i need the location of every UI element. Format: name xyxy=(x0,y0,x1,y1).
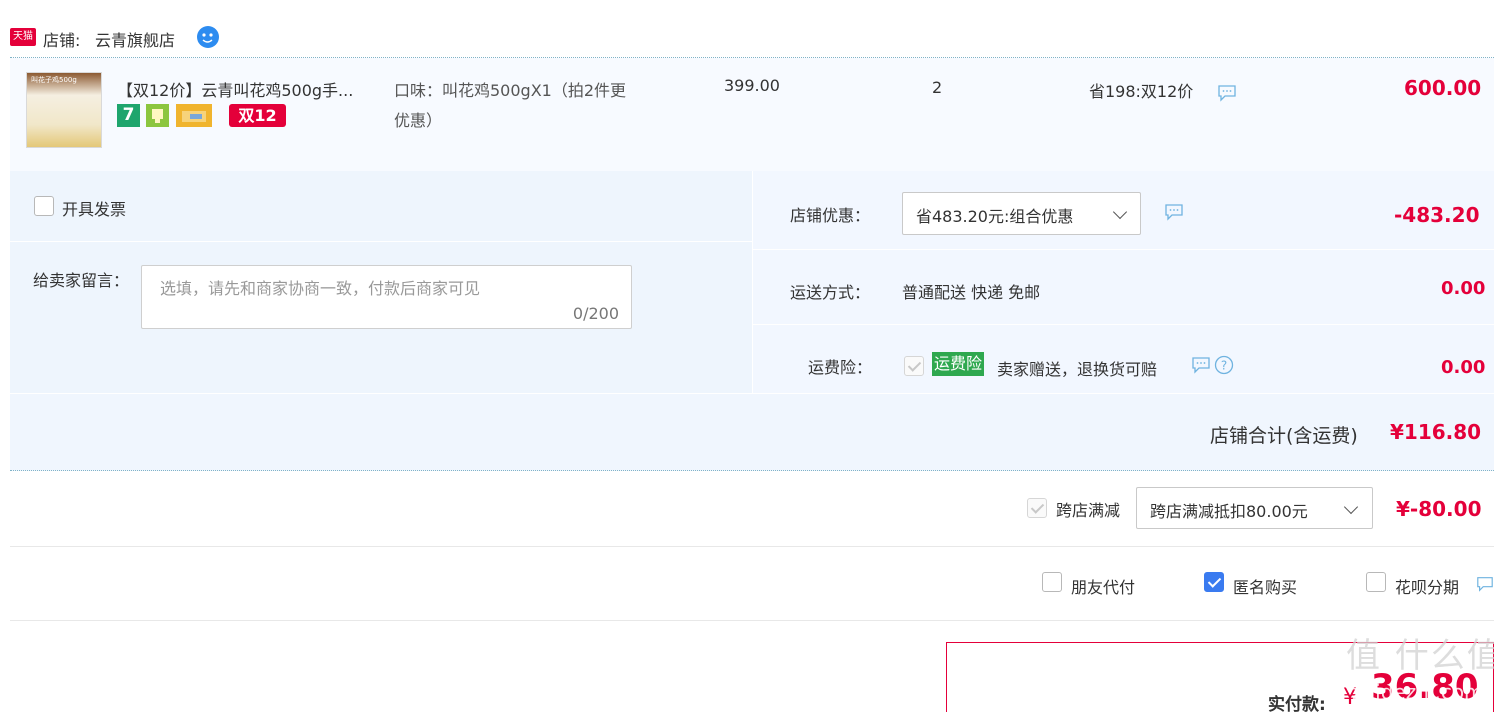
cross-store-select[interactable]: 跨店满减抵扣80.00元 xyxy=(1136,487,1373,529)
insurance-checkbox xyxy=(904,356,924,376)
product-image-caption: 叫花子鸡500g xyxy=(31,76,77,84)
friend-pay-checkbox[interactable] xyxy=(1042,572,1062,592)
shop-total-label: 店铺合计(含运费) xyxy=(1210,425,1358,447)
shop-discount-amount: -483.20 xyxy=(1394,203,1480,227)
cross-store-selected: 跨店满减抵扣80.00元 xyxy=(1150,502,1308,521)
svg-text:?: ? xyxy=(1221,359,1227,373)
discount-chat-icon[interactable] xyxy=(1217,84,1237,102)
shop-discount-chat-icon[interactable] xyxy=(1164,203,1184,221)
installment-checkbox[interactable] xyxy=(1366,572,1386,592)
installment-chat-icon[interactable] xyxy=(1476,575,1494,593)
seven-day-label: 7 xyxy=(122,105,135,125)
cross-store-amount: ¥-80.00 xyxy=(1396,497,1482,521)
insurance-chat-icon[interactable] xyxy=(1191,356,1211,374)
sku-line-2: 优惠） xyxy=(394,111,443,130)
anonymous-label: 匿名购买 xyxy=(1233,578,1298,597)
shop-total-amount: ¥116.80 xyxy=(1390,420,1482,444)
anonymous-checkbox[interactable] xyxy=(1204,572,1224,592)
insurance-amount: 0.00 xyxy=(1441,357,1486,378)
item-title[interactable]: 【双12价】云青叫花鸡500g手... xyxy=(117,77,353,101)
shop-label: 店铺: xyxy=(43,31,81,50)
friend-pay-label: 朋友代付 xyxy=(1071,578,1136,597)
message-placeholder: 选填，请先和商家协商一致，付款后商家可见 xyxy=(160,279,481,298)
shop-discount-selected: 省483.20元:组合优惠 xyxy=(916,207,1074,226)
shop-discount-row: 店铺优惠： 省483.20元:组合优惠 -483.20 xyxy=(753,171,1494,250)
chevron-down-icon xyxy=(1343,499,1359,515)
seven-day-return-icon: 7 xyxy=(117,104,140,127)
help-icon[interactable]: ? xyxy=(1214,355,1234,379)
right-panel: 店铺优惠： 省483.20元:组合优惠 -483.20 运送方式： 普通配送 快… xyxy=(753,171,1494,393)
card-payment-icon xyxy=(176,104,212,127)
message-label: 给卖家留言： xyxy=(33,271,130,290)
message-counter: 0/200 xyxy=(572,304,619,323)
shipping-row: 运送方式： 普通配送 快递 免邮 0.00 xyxy=(753,250,1494,325)
invoice-row: 开具发票 xyxy=(10,171,752,242)
watermark-text: 值 什么值得买 xyxy=(1346,636,1494,676)
shipping-value: 普通配送 快递 免邮 xyxy=(902,283,1041,302)
tmall-badge: 天猫 xyxy=(10,28,36,46)
item-subtotal: 600.00 xyxy=(1404,76,1482,100)
sku-line-1: 口味：叫花鸡500gX1（拍2件更 xyxy=(394,81,627,100)
cross-store-checkbox xyxy=(1027,498,1047,518)
insurance-row: 运费险： 运费险 卖家赠送，退换货可赔 ? 0.00 xyxy=(753,325,1494,393)
item-discount: 省198:双12价 xyxy=(1089,82,1194,101)
left-panel: 开具发票 给卖家留言： 选填，请先和商家协商一致，付款后商家可见 0/200 xyxy=(10,171,752,393)
invoice-label: 开具发票 xyxy=(62,200,127,219)
watermark-url: zhidezhi.com xyxy=(1352,680,1484,704)
double12-badge: 双12 xyxy=(229,104,286,127)
insurance-tag: 运费险 xyxy=(932,352,985,376)
item-row: 叫花子鸡500g 【双12价】云青叫花鸡500g手... 7 双12 口味：叫花… xyxy=(10,58,1494,171)
cross-store-row: 跨店满减 跨店满减抵扣80.00元 ¥-80.00 xyxy=(10,472,1494,547)
product-image[interactable]: 叫花子鸡500g xyxy=(26,72,102,148)
guarantee-icon xyxy=(146,104,169,127)
shop-discount-label: 店铺优惠： xyxy=(790,206,871,225)
shipping-amount: 0.00 xyxy=(1441,278,1486,299)
pay-label: 实付款: xyxy=(1268,695,1326,715)
shop-name[interactable]: 云青旗舰店 xyxy=(95,27,175,51)
shipping-label: 运送方式： xyxy=(790,283,871,302)
chevron-down-icon xyxy=(1112,204,1128,220)
message-box[interactable]: 选填，请先和商家协商一致，付款后商家可见 0/200 xyxy=(141,265,632,329)
unit-price: 399.00 xyxy=(724,76,780,95)
item-quantity: 2 xyxy=(932,78,943,97)
invoice-checkbox[interactable] xyxy=(34,196,54,216)
shop-discount-select[interactable]: 省483.20元:组合优惠 xyxy=(902,192,1141,235)
installment-label: 花呗分期 xyxy=(1395,578,1460,597)
cross-store-label: 跨店满减 xyxy=(1056,501,1121,520)
insurance-text: 卖家赠送，退换货可赔 xyxy=(997,360,1158,379)
wangwang-icon[interactable] xyxy=(195,24,223,54)
options-row: 朋友代付 匿名购买 花呗分期 xyxy=(10,547,1494,621)
shop-header: 天猫 店铺: 云青旗舰店 xyxy=(0,20,1494,56)
shop-total-row: 店铺合计(含运费) ¥116.80 xyxy=(10,394,1494,471)
insurance-label: 运费险： xyxy=(808,358,873,377)
